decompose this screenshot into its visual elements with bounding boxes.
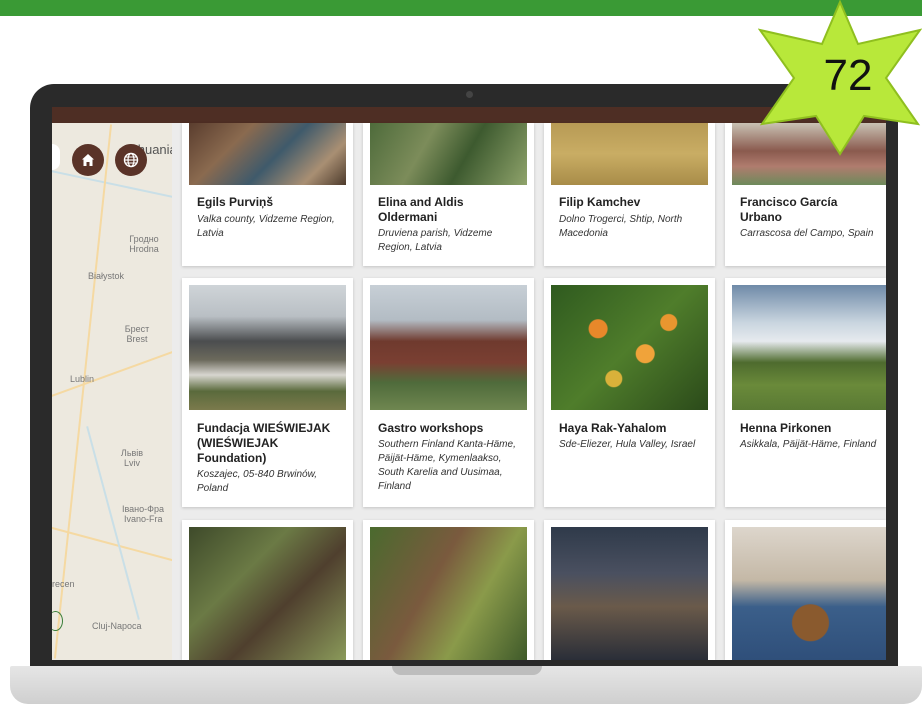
card-photo: [189, 123, 346, 185]
card-name: Egils Purviņš: [197, 195, 274, 209]
card-name: Filip Kamchev: [559, 195, 641, 209]
card-photo: [370, 527, 527, 660]
map-label: Ivano-Fra: [124, 514, 163, 524]
card-location: Koszajec, 05-840 Brwinów, Poland: [197, 469, 318, 494]
profile-card[interactable]: Elina and Aldis Oldermani Druviena paris…: [363, 123, 534, 266]
home-button[interactable]: [72, 144, 104, 176]
card-photo: [189, 527, 346, 660]
map-label: Львів: [120, 448, 144, 458]
home-icon: [82, 154, 94, 166]
map-side-control[interactable]: [52, 144, 60, 170]
map-label: Białystok: [88, 271, 125, 281]
webcam: [466, 91, 473, 98]
card-name: Elina and Aldis Oldermani: [378, 195, 464, 224]
card-name: Gastro workshops: [378, 421, 484, 435]
card-photo: [189, 285, 346, 410]
card-photo: [370, 285, 527, 410]
card-location: Druviena parish, Vidzeme Region, Latvia: [378, 228, 493, 253]
profile-card[interactable]: Gastro workshops Southern Finland Kanta-…: [363, 278, 534, 507]
profile-card[interactable]: Haya Rak-Yahalom Sde-Eliezer, Hula Valle…: [544, 278, 715, 507]
card-photo: [551, 123, 708, 185]
profile-card[interactable]: [725, 520, 886, 660]
profile-card[interactable]: Egils Purviņš Valka county, Vidzeme Regi…: [182, 123, 353, 266]
map-panel[interactable]: Lithuania Гродно Hrodna Białystok Брест …: [52, 123, 172, 660]
profile-card[interactable]: Filip Kamchev Dolno Trogerci, Shtip, Nor…: [544, 123, 715, 266]
card-location: Valka county, Vidzeme Region, Latvia: [197, 214, 335, 239]
card-photo: [551, 285, 708, 410]
card-location: Carrascosa del Campo, Spain: [740, 228, 874, 239]
map-label: Lublin: [70, 374, 95, 384]
profile-card[interactable]: Henna Pirkonen Asikkala, Päijät-Häme, Fi…: [725, 278, 886, 507]
map-label: Lviv: [123, 458, 140, 468]
globe-icon: [123, 152, 139, 168]
map-label: Cluj-Napoca: [92, 621, 142, 631]
card-location: Sde-Eliezer, Hula Valley, Israel: [559, 439, 696, 450]
map-label: Івано-Фра: [122, 504, 165, 514]
profile-card[interactable]: Fundacja WIEŚWIEJAK (WIEŚWIEJAK Foundati…: [182, 278, 353, 507]
map-label: recen: [52, 579, 75, 589]
card-photo: [732, 285, 886, 410]
map-marker-outline: [52, 611, 63, 631]
profile-card[interactable]: [544, 520, 715, 660]
browser-screen: Lithuania Гродно Hrodna Białystok Брест …: [52, 107, 886, 660]
card-photo: [732, 527, 886, 660]
badge-number: 72: [823, 51, 873, 100]
card-location: Asikkala, Päijät-Häme, Finland: [740, 439, 877, 450]
card-name: Henna Pirkonen: [740, 421, 832, 435]
globe-button[interactable]: [115, 144, 147, 176]
profile-card[interactable]: [363, 520, 534, 660]
map-label: Брест: [124, 324, 150, 334]
card-name: Francisco García Urbano: [740, 195, 838, 224]
card-photo: [551, 527, 708, 660]
card-name: Haya Rak-Yahalom: [559, 421, 667, 435]
map-label: Brest: [126, 334, 148, 344]
map-label: Hrodna: [129, 244, 159, 254]
card-photo: [370, 123, 527, 185]
profile-card[interactable]: [182, 520, 353, 660]
map-label: Гродно: [129, 234, 159, 244]
laptop-notch: [392, 666, 542, 675]
card-name: Fundacja WIEŚWIEJAK (WIEŚWIEJAK Foundati…: [197, 421, 331, 465]
card-location: Southern Finland Kanta-Häme, Päijät-Häme…: [378, 439, 516, 492]
card-location: Dolno Trogerci, Shtip, North Macedonia: [559, 214, 683, 239]
